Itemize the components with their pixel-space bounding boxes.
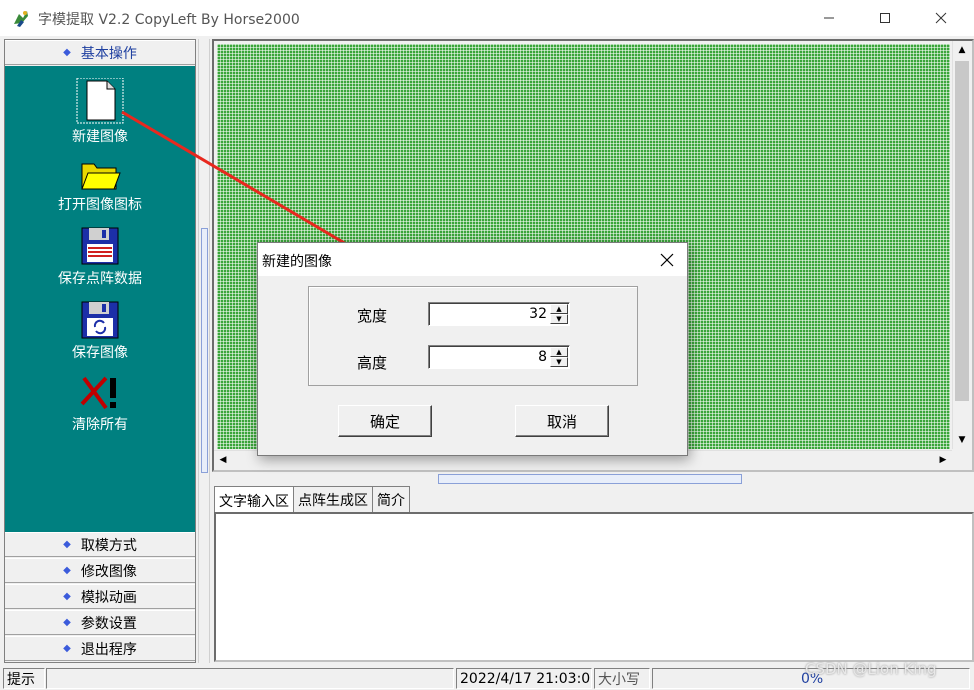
save-data-icon <box>81 227 119 265</box>
height-spinner[interactable]: 8 ▲ ▼ <box>428 345 570 369</box>
diamond-icon: ◆ <box>63 47 71 58</box>
tool-label: 保存图像 <box>72 345 128 361</box>
close-icon <box>660 253 674 266</box>
vertical-scrollbar[interactable]: ▲ ▼ <box>952 41 972 449</box>
app-icon <box>14 11 28 27</box>
tool-label: 保存点阵数据 <box>58 271 142 287</box>
status-caps: 大小写 <box>594 668 650 689</box>
group-label: 参数设置 <box>80 615 137 632</box>
new-file-icon <box>76 78 124 124</box>
dialog-close-button[interactable] <box>649 243 685 276</box>
height-label: 高度 <box>357 354 388 372</box>
text-input-area[interactable] <box>214 512 974 662</box>
tool-clear-all[interactable]: 清除所有 <box>5 374 195 434</box>
clear-all-icon <box>80 376 116 410</box>
tool-label: 清除所有 <box>72 417 128 433</box>
minimize-button[interactable] <box>806 0 852 36</box>
watermark: CSDN @Lion King <box>805 660 937 678</box>
title-bar: 字模提取 V2.2 CopyLeft By Horse2000 <box>0 0 974 36</box>
scroll-right-icon[interactable]: ▶ <box>934 451 952 469</box>
tool-open-image[interactable]: 打开图像图标 <box>5 158 195 214</box>
group-basic-ops[interactable]: ◆ 基本操作 <box>5 40 195 65</box>
diamond-icon: ◆ <box>63 591 71 602</box>
close-button[interactable] <box>918 0 964 36</box>
tab-text-input[interactable]: 文字输入区 <box>214 486 294 514</box>
diamond-icon: ◆ <box>63 565 71 576</box>
tab-matrix-output[interactable]: 点阵生成区 <box>293 486 373 512</box>
cancel-button[interactable]: 取消 <box>515 405 609 437</box>
group-label: 修改图像 <box>80 563 137 580</box>
left-panel: ◆ 基本操作 新建图像 打开图像图标 保存点阵数据 保存图像 清除所有 ◆ 取模… <box>4 39 196 663</box>
diamond-icon: ◆ <box>63 539 71 550</box>
status-message <box>46 668 454 689</box>
group-animation[interactable]: ◆ 模拟动画 <box>5 584 195 609</box>
tab-label: 点阵生成区 <box>298 492 368 509</box>
close-icon <box>935 12 947 24</box>
splitter-handle[interactable] <box>201 228 208 473</box>
tab-intro[interactable]: 简介 <box>372 486 410 512</box>
tool-save-image[interactable]: 保存图像 <box>5 300 195 362</box>
save-image-icon <box>81 301 119 339</box>
status-hint: 提示 <box>3 668 45 689</box>
tab-label: 简介 <box>377 492 405 509</box>
tool-panel: 新建图像 打开图像图标 保存点阵数据 保存图像 清除所有 <box>5 66 195 532</box>
width-spinner[interactable]: 32 ▲ ▼ <box>428 302 570 326</box>
group-label: 退出程序 <box>80 641 137 658</box>
width-down-icon[interactable]: ▼ <box>550 314 568 324</box>
tab-label: 文字输入区 <box>219 493 289 510</box>
group-exit[interactable]: ◆ 退出程序 <box>5 636 195 661</box>
group-label: 模拟动画 <box>80 589 137 606</box>
tool-new-image[interactable]: 新建图像 <box>5 78 195 146</box>
maximize-icon <box>880 13 890 23</box>
scroll-down-icon[interactable]: ▼ <box>953 431 971 449</box>
tool-label: 新建图像 <box>72 129 128 145</box>
minimize-icon <box>824 17 834 19</box>
height-up-icon[interactable]: ▲ <box>550 347 568 357</box>
group-mode[interactable]: ◆ 取模方式 <box>5 532 195 557</box>
new-image-dialog: 新建的图像 宽度 32 ▲ ▼ 高度 8 ▲ ▼ 确定 取消 <box>257 242 688 456</box>
horizontal-splitter[interactable] <box>438 474 742 484</box>
scroll-left-icon[interactable]: ◀ <box>214 451 232 469</box>
tool-label: 打开图像图标 <box>58 197 142 213</box>
dialog-title-bar: 新建的图像 <box>258 243 687 276</box>
scroll-thumb[interactable] <box>955 61 969 401</box>
tab-bar: 文字输入区 点阵生成区 简介 <box>214 486 410 514</box>
height-down-icon[interactable]: ▼ <box>550 357 568 367</box>
diamond-icon: ◆ <box>63 617 71 628</box>
window-title: 字模提取 V2.2 CopyLeft By Horse2000 <box>38 12 300 28</box>
status-datetime: 2022/4/17 21:03:02 <box>456 668 592 689</box>
tool-save-data[interactable]: 保存点阵数据 <box>5 226 195 288</box>
width-value[interactable]: 32 <box>529 306 547 322</box>
scroll-up-icon[interactable]: ▲ <box>953 41 971 59</box>
diamond-icon: ◆ <box>63 643 71 654</box>
height-value[interactable]: 8 <box>538 349 547 365</box>
group-settings[interactable]: ◆ 参数设置 <box>5 610 195 635</box>
ok-button[interactable]: 确定 <box>338 405 432 437</box>
group-label: 基本操作 <box>80 45 137 62</box>
folder-open-icon <box>81 163 121 190</box>
group-modify-image[interactable]: ◆ 修改图像 <box>5 558 195 583</box>
width-up-icon[interactable]: ▲ <box>550 304 568 314</box>
group-label: 取模方式 <box>80 537 137 554</box>
maximize-button[interactable] <box>862 0 908 36</box>
width-label: 宽度 <box>357 307 388 325</box>
dialog-title: 新建的图像 <box>262 254 332 270</box>
